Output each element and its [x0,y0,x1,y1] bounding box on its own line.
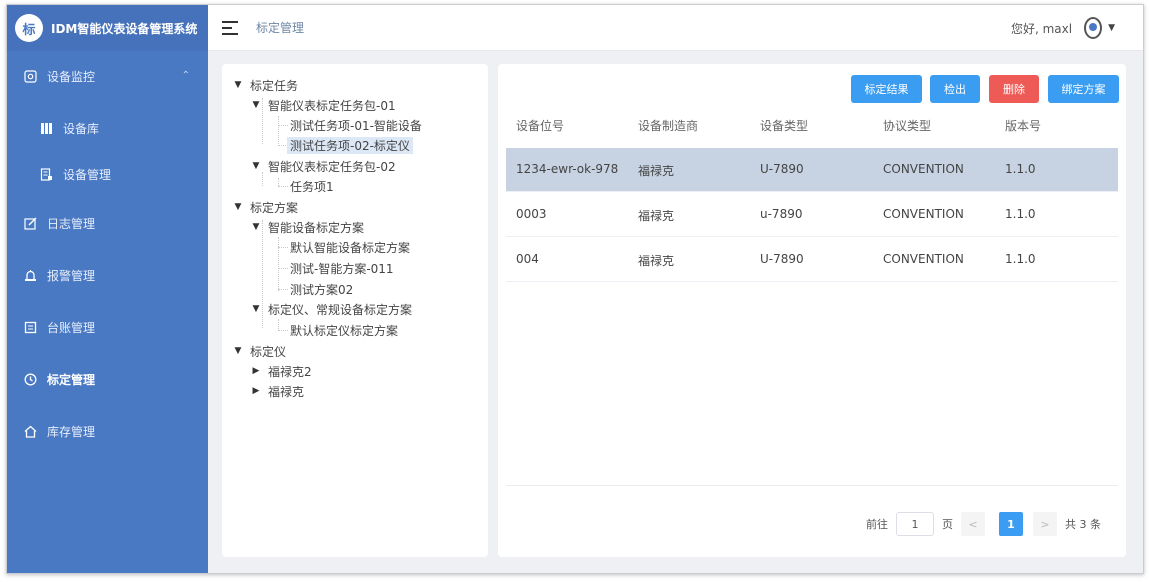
column-header[interactable]: 设备类型 [760,117,808,134]
sidebar-item-calibration-management[interactable]: 标定管理 [7,359,208,399]
tree-node[interactable]: 默认标定仪标定方案 [290,321,398,339]
user-greeting: 您好, maxl [1010,21,1073,36]
sidebar-item-label: 日志管理 [47,216,96,231]
chevron-up-icon: ⌃ [181,70,190,81]
home-icon [23,424,37,438]
sidebar: 标 IDM智能仪表设备管理系统 设备监控 ⌃ 设备库 设备管理 日志管理 报警管… [7,5,208,573]
device-list-panel: 标定结果 检出 删除 绑定方案 设备位号 设备制造商 设备类型 协议类型 版本号… [498,64,1126,557]
table-row[interactable]: 1234-ewr-ok-978 福禄克 U-7890 CONVENTION 1.… [506,148,1118,192]
breadcrumb[interactable]: 标定管理 [256,19,304,36]
table-row[interactable]: 004 福禄克 U-7890 CONVENTION 1.1.0 [506,238,1118,282]
sidebar-item-device-library[interactable]: 设备库 [7,108,208,148]
app-window: 标 IDM智能仪表设备管理系统 设备监控 ⌃ 设备库 设备管理 日志管理 报警管… [6,4,1144,574]
tree-node[interactable]: ▶ 福禄克 [250,382,304,400]
caret-right-icon[interactable]: ▶ [250,386,262,396]
sidebar-item-label: 报警管理 [47,268,96,283]
column-header[interactable]: 协议类型 [883,117,931,134]
sidebar-item-label: 台账管理 [47,320,96,335]
tree-node[interactable]: ▼ 标定仪 [232,342,286,360]
logo-icon: 标 [15,14,43,42]
sidebar-item-device-management[interactable]: 设备管理 [7,154,208,194]
caret-down-icon[interactable]: ▼ [232,202,244,212]
column-header[interactable]: 设备位号 [516,117,564,134]
bind-plan-button[interactable]: 绑定方案 [1048,75,1119,103]
tree-node[interactable]: 测试-智能方案-011 [290,259,394,277]
sidebar-item-ledger-management[interactable]: 台账管理 [7,307,208,347]
caret-down-icon[interactable]: ▼ [250,304,262,314]
sidebar-item-alarm-management[interactable]: 报警管理 [7,255,208,295]
sidebar-item-inventory-management[interactable]: 库存管理 [7,411,208,451]
total-count-label: 共 3 条 [1065,518,1101,531]
caret-down-icon[interactable]: ▼ [250,222,262,232]
monitor-icon [23,69,37,83]
delete-button[interactable]: 删除 [989,75,1039,103]
column-header[interactable]: 设备制造商 [638,117,698,134]
calibration-result-button[interactable]: 标定结果 [851,75,922,103]
user-menu[interactable]: 您好, maxl ▼ [1011,17,1115,39]
device-icon [39,167,53,181]
caret-down-icon[interactable]: ▼ [250,161,262,171]
menu-toggle-icon[interactable] [222,20,238,35]
tree-node[interactable]: ▼ 智能设备标定方案 [250,218,364,236]
database-icon [39,121,53,135]
sidebar-item-label: 设备库 [63,121,100,136]
alarm-icon [23,268,37,282]
sidebar-item-label: 设备监控 [47,69,96,84]
tree-node-selected[interactable]: 测试任务项-02-标定仪 [287,136,413,154]
tree-node[interactable]: ▼ 标定方案 [232,198,298,216]
page-button-current[interactable]: 1 [999,512,1023,536]
brand: 标 IDM智能仪表设备管理系统 [7,5,208,51]
avatar[interactable] [1084,17,1103,39]
sidebar-item-label: 库存管理 [47,424,96,439]
column-header[interactable]: 版本号 [1005,117,1041,134]
tree-node[interactable]: 测试任务项-01-智能设备 [290,116,422,134]
caret-down-icon[interactable]: ▼ [232,346,244,356]
ledger-icon [23,320,37,334]
tree-node[interactable]: ▶ 福禄克2 [250,362,312,380]
caret-down-icon[interactable]: ▼ [232,80,244,90]
next-page-button[interactable]: > [1033,512,1057,536]
top-header: 标定管理 您好, maxl ▼ [208,5,1143,51]
pagination: 前往 1 页 < 1 > 共 3 条 [866,511,1101,537]
tree-node[interactable]: ▼ 标定任务 [232,76,298,94]
sidebar-item-device-monitor[interactable]: 设备监控 ⌃ [7,56,208,96]
page-number-input[interactable]: 1 [896,512,934,536]
tree-node[interactable]: 测试方案02 [290,280,353,298]
prev-page-button[interactable]: < [961,512,985,536]
sidebar-item-log-management[interactable]: 日志管理 [7,203,208,243]
pagination-divider [506,485,1118,486]
table-row[interactable]: 0003 福禄克 u-7890 CONVENTION 1.1.0 [506,193,1118,237]
clock-icon [23,372,37,386]
caret-down-icon[interactable]: ▼ [250,100,262,110]
edit-icon [23,216,37,230]
tree-node[interactable]: ▼ 智能仪表标定任务包-02 [250,157,396,175]
app-title: IDM智能仪表设备管理系统 [51,21,198,36]
calibration-tree-panel: ▼ 标定任务 ▼ 智能仪表标定任务包-01 测试任务项-01-智能设备 测试任务… [222,64,488,557]
sidebar-item-label: 标定管理 [47,372,96,387]
export-button[interactable]: 检出 [930,75,980,103]
page-unit-label: 页 [942,518,953,531]
caret-right-icon[interactable]: ▶ [250,366,262,376]
tree-node[interactable]: ▼ 智能仪表标定任务包-01 [250,96,396,114]
sidebar-item-label: 设备管理 [63,167,112,182]
tree-node[interactable]: 任务项1 [290,177,334,195]
tree-node[interactable]: 默认智能设备标定方案 [290,238,410,256]
tree-node[interactable]: ▼ 标定仪、常规设备标定方案 [250,300,412,318]
goto-label: 前往 [866,518,888,531]
caret-down-icon[interactable]: ▼ [1108,23,1115,33]
